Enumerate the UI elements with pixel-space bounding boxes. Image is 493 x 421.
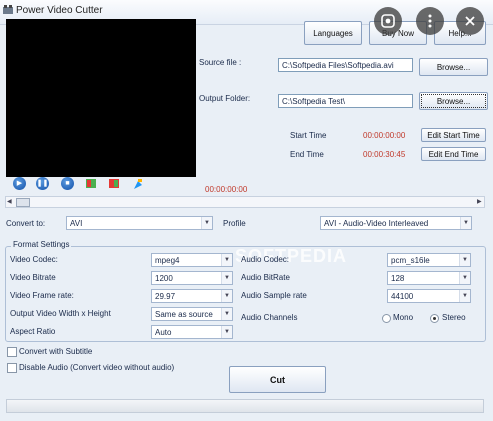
chevron-down-icon: ▼: [459, 272, 470, 284]
video-size-select[interactable]: Same as source ▼: [151, 307, 233, 321]
close-icon[interactable]: [456, 7, 484, 35]
chevron-down-icon: ▼: [221, 308, 232, 320]
audio-bitrate-select[interactable]: 128 ▼: [387, 271, 471, 285]
window-title: Power Video Cutter: [16, 5, 103, 16]
cut-button[interactable]: Cut: [229, 366, 326, 393]
video-size-value: Same as source: [155, 310, 213, 319]
pause-icon: ❚❚: [36, 180, 49, 187]
frame-rate-value: 29.97: [155, 292, 176, 301]
video-preview: [6, 19, 196, 177]
stereo-label: Stereo: [442, 313, 466, 322]
source-file-field[interactable]: C:\Softpedia Files\Softpedia.avi: [278, 58, 413, 72]
mono-radio[interactable]: [382, 314, 391, 323]
stop-button[interactable]: ■: [61, 177, 74, 190]
seek-thumb[interactable]: [16, 198, 30, 207]
current-position: 00:00:00:00: [205, 185, 248, 194]
video-bitrate-value: 1200: [155, 274, 173, 283]
audio-codec-label: Audio Codec:: [241, 255, 290, 264]
aspect-ratio-value: Auto: [155, 328, 172, 337]
profile-label: Profile: [223, 219, 246, 228]
chevron-down-icon: ▼: [221, 290, 232, 302]
convert-to-label: Convert to:: [6, 219, 46, 228]
play-icon: ▶: [16, 180, 23, 187]
app-icon: [3, 5, 13, 14]
output-browse-button[interactable]: Browse...: [419, 92, 488, 110]
aspect-ratio-label: Aspect Ratio: [10, 327, 56, 336]
sample-rate-select[interactable]: 44100 ▼: [387, 289, 471, 303]
chevron-down-icon: ▼: [221, 272, 232, 284]
play-button[interactable]: ▶: [13, 177, 26, 190]
audio-channels-label: Audio Channels: [241, 313, 298, 322]
scroll-right-icon[interactable]: ▶: [477, 198, 482, 205]
set-end-icon[interactable]: [109, 179, 119, 188]
chevron-down-icon: ▼: [459, 290, 470, 302]
start-time-label: Start Time: [290, 131, 327, 140]
source-browse-button[interactable]: Browse...: [419, 58, 488, 76]
stop-icon: ■: [65, 180, 70, 187]
more-options-icon[interactable]: [416, 7, 444, 35]
profile-value: AVI - Audio-Video Interleaved: [324, 219, 429, 228]
aspect-ratio-select[interactable]: Auto ▼: [151, 325, 233, 339]
languages-button[interactable]: Languages: [304, 21, 362, 45]
progress-bar: [6, 399, 484, 413]
convert-subtitle-label: Convert with Subtitle: [19, 347, 93, 356]
disable-audio-checkbox[interactable]: [7, 363, 17, 373]
edit-end-time-button[interactable]: Edit End Time: [421, 147, 486, 161]
video-codec-select[interactable]: mpeg4 ▼: [151, 253, 233, 267]
disable-audio-label: Disable Audio (Convert video without aud…: [19, 363, 175, 372]
end-time-label: End Time: [290, 150, 324, 159]
edit-start-time-button[interactable]: Edit Start Time: [421, 128, 486, 142]
chevron-down-icon: ▼: [459, 254, 470, 266]
audio-bitrate-label: Audio BitRate: [241, 273, 290, 282]
frame-rate-label: Video Frame rate:: [10, 291, 74, 300]
video-bitrate-select[interactable]: 1200 ▼: [151, 271, 233, 285]
convert-to-value: AVI: [70, 219, 83, 228]
set-start-icon[interactable]: [86, 179, 96, 188]
profile-select[interactable]: AVI - Audio-Video Interleaved ▼: [320, 216, 472, 230]
audio-codec-select[interactable]: pcm_s16le ▼: [387, 253, 471, 267]
mono-label: Mono: [393, 313, 414, 322]
lens-icon[interactable]: [374, 7, 402, 35]
chevron-down-icon: ▼: [221, 326, 232, 338]
end-time-value: 00:00:30:45: [363, 150, 406, 159]
frame-rate-select[interactable]: 29.97 ▼: [151, 289, 233, 303]
video-codec-label: Video Codec:: [10, 255, 58, 264]
convert-subtitle-checkbox[interactable]: [7, 347, 17, 357]
source-file-label: Source file :: [199, 58, 242, 67]
video-bitrate-label: Video Bitrate: [10, 273, 56, 282]
chevron-down-icon: ▼: [460, 217, 471, 229]
scroll-left-icon[interactable]: ◀: [7, 198, 12, 205]
seek-scrollbar[interactable]: [5, 196, 485, 208]
stereo-radio[interactable]: [430, 314, 439, 323]
output-folder-field[interactable]: C:\Softpedia Test\: [278, 94, 413, 108]
format-settings-title: Format Settings: [11, 240, 72, 249]
chevron-down-icon: ▼: [201, 217, 212, 229]
audio-bitrate-value: 128: [391, 274, 405, 283]
video-codec-value: mpeg4: [155, 256, 180, 265]
convert-to-select[interactable]: AVI ▼: [66, 216, 213, 230]
start-time-value: 00:00:00:00: [363, 131, 406, 140]
sample-rate-value: 44100: [391, 292, 414, 301]
audio-codec-value: pcm_s16le: [391, 256, 430, 265]
clear-icon[interactable]: [132, 179, 144, 190]
output-folder-label: Output Folder:: [199, 94, 251, 103]
video-size-label: Output Video Width x Height: [10, 309, 111, 318]
pause-button[interactable]: ❚❚: [36, 177, 49, 190]
sample-rate-label: Audio Sample rate: [241, 291, 307, 300]
chevron-down-icon: ▼: [221, 254, 232, 266]
